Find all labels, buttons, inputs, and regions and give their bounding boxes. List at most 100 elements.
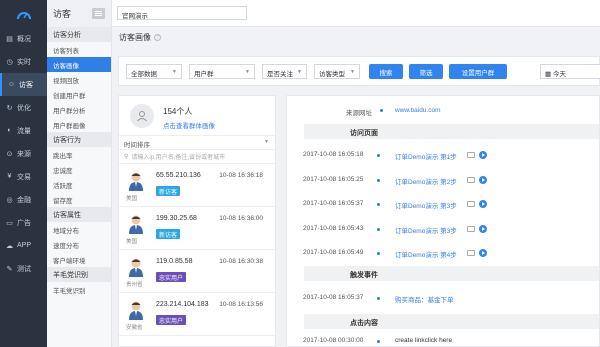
entry-timestamp: 2017-10-08 16:05:43 <box>303 224 364 232</box>
sub-menu-link[interactable]: 活跃度 <box>47 177 111 192</box>
help-icon[interactable]: ? <box>154 34 161 42</box>
play-icon[interactable] <box>479 224 487 233</box>
visitor-region: 美国 <box>126 239 138 245</box>
entry-name[interactable]: 订单Demo演示 第2步 <box>395 176 457 186</box>
visitor-search-input[interactable]: ⚲ 请输入ip,用户名,备注,省份或者城市 <box>119 150 275 164</box>
sub-menu-link[interactable]: 跳出率 <box>47 147 111 162</box>
visitor-region: 贵州省 <box>126 282 143 288</box>
data-scope-select[interactable]: 全部数据 ▼ <box>126 64 182 79</box>
finance-icon: ◎ <box>6 196 13 204</box>
screenshot-icon[interactable] <box>467 225 475 232</box>
nav-item-label: 交易 <box>17 173 31 181</box>
nav-item-10[interactable]: ✎ 测试 <box>0 257 47 280</box>
screenshot-icon[interactable] <box>467 250 475 256</box>
entry-timestamp: 2017-10-08 16:05:25 <box>303 175 364 183</box>
nav-item-0[interactable]: ▤ 概况 <box>0 27 47 50</box>
logo[interactable] <box>0 0 47 27</box>
source-url-link[interactable]: www.baidu.com <box>395 107 441 114</box>
search-button[interactable]: 搜索 <box>369 64 403 79</box>
entry-timestamp: 2017-10-08 16:05:18 <box>303 151 364 158</box>
menu-toggle-icon[interactable] <box>92 8 105 19</box>
page-title: 访客画像 <box>119 33 151 42</box>
sub-menu-link[interactable]: 访客列表 <box>47 42 111 57</box>
entry-name[interactable]: create linkclick here <box>395 337 452 344</box>
timeline-dot <box>377 227 380 231</box>
nav-item-2[interactable]: ☺ 访客 <box>0 73 47 96</box>
sub-menu-link[interactable]: 视频回放 <box>47 72 111 87</box>
traffic-icon: ◐ <box>7 127 12 134</box>
entry-name[interactable]: 订单Demo演示 第1步 <box>395 151 457 161</box>
sub-menu-link[interactable]: 地域分布 <box>47 222 111 237</box>
nav-item-label: 概况 <box>17 35 31 43</box>
sub-menu-group[interactable]: 羊毛党识别 <box>47 267 111 282</box>
visitor-ip: 65.55.210.136 <box>156 172 201 179</box>
sub-menu-link[interactable]: 客户端环境 <box>47 252 111 267</box>
visitor-ip: 199.30.25.68 <box>156 215 197 222</box>
visitor-row[interactable]: 美国 199.30.25.68 10-08 16:36:00 新访客 <box>119 207 275 250</box>
sub-menu-link[interactable]: 速度分布 <box>47 237 111 252</box>
visitor-row[interactable]: 贵州省 119.0.85.58 10-08 16:30:38 忠实用户 <box>119 250 275 293</box>
sub-menu-group[interactable]: 访客属性 <box>47 207 111 222</box>
section-clicks: 点击内容 <box>304 314 599 329</box>
entry-name[interactable]: 购买商品：基金下单 <box>395 294 454 304</box>
filter-button[interactable]: 筛选 <box>409 64 443 79</box>
play-icon[interactable] <box>479 175 487 184</box>
app-icon: ☁ <box>6 242 13 250</box>
timeline-dot <box>377 154 380 157</box>
sub-menu-link[interactable]: 创建用户群 <box>47 87 111 102</box>
sub-menu-link[interactable]: 访客画像 <box>47 57 111 72</box>
nav-item-1[interactable]: ◷ 实时 <box>0 50 47 73</box>
visitor-type-select[interactable]: 访客类型 ▼ <box>314 64 360 79</box>
sub-menu-link[interactable]: 留存度 <box>47 192 111 207</box>
visitor-list-panel: 154个人 点击查看群体画像 时间排序 ▼ ⚲ 请输入ip,用户名,备注,省份或者城… <box>118 95 276 347</box>
sub-menu-link[interactable]: 用户群画像 <box>47 117 111 132</box>
nav-item-6[interactable]: ¥ 交易 <box>0 165 47 188</box>
page-title-bar: 访客画像? <box>112 27 600 46</box>
nav-item-label: 来源 <box>17 150 31 158</box>
calendar-icon: ▦ <box>545 71 553 78</box>
chevron-down-icon: ▼ <box>264 139 269 145</box>
site-select[interactable]: 官网演示 <box>117 6 247 20</box>
sub-menu-link[interactable]: 羊毛党识别 <box>47 282 111 297</box>
entry-name[interactable]: 订单Demo演示 第3步 <box>395 225 457 235</box>
nav-item-5[interactable]: ⊙ 来源 <box>0 142 47 165</box>
main-nav: ▤ 概况 ◷ 实时 ☺ 访客 ↻ 优化 ◐ 流量 ⊙ 来源 ¥ 交易 ◎ 金融 ▭ 广告 ☁ APP ✎ 测试 <box>0 0 47 347</box>
sub-menu-link[interactable]: 用户群分析 <box>47 102 111 117</box>
play-icon[interactable] <box>479 249 487 257</box>
source-label: 来源网址 <box>346 110 372 117</box>
nav-item-3[interactable]: ↻ 优化 <box>0 96 47 119</box>
search-icon: ⚲ <box>124 154 129 160</box>
entry-name[interactable]: 订单Demo演示 第3步 <box>395 200 457 210</box>
screenshot-icon[interactable] <box>467 201 475 207</box>
sub-menu-link[interactable]: 忠诚度 <box>47 162 111 177</box>
sub-menu: 访客 访客分析 访客列表 访客画像 视频回放 创建用户群 用户群分析 用户群画像 访客行为 跳出… <box>47 0 112 347</box>
follow-select[interactable]: 是否关注 ▼ <box>262 64 307 79</box>
nav-item-9[interactable]: ☁ APP <box>0 234 47 257</box>
date-picker[interactable]: ▦ 今天 <box>540 64 600 79</box>
view-group-portrait-link[interactable]: 点击查看群体画像 <box>163 120 215 130</box>
visitor-row[interactable]: 安徽省 223.214.104.183 10-08 16:13:56 忠实用户 <box>119 293 275 336</box>
nav-item-8[interactable]: ▭ 广告 <box>0 211 47 234</box>
play-icon[interactable] <box>479 151 487 159</box>
realtime-icon: ◷ <box>6 58 13 66</box>
sub-menu-title: 访客 <box>53 9 72 19</box>
visitor-row[interactable]: 美国 65.55.210.136 10-08 16:36:18 新访客 <box>119 164 275 207</box>
entry-name[interactable]: 订单Demo演示 第4步 <box>395 249 457 259</box>
sub-menu-group[interactable]: 访客分析 <box>47 27 111 42</box>
play-icon[interactable] <box>479 200 487 208</box>
screenshot-icon[interactable] <box>467 152 475 158</box>
user-group-select[interactable]: 用户群 ▼ <box>189 64 255 79</box>
screenshot-icon[interactable] <box>467 176 475 183</box>
filter-bar: 全部数据 ▼ 用户群 ▼ 是否关注 ▼ 访客类型 ▼ 搜索 筛选 设置用户群 ▦ 今天 <box>118 56 600 86</box>
sort-select[interactable]: 时间排序 ▼ <box>119 136 275 150</box>
nav-item-7[interactable]: ◎ 金融 <box>0 188 47 211</box>
timeline-dot <box>377 297 380 300</box>
nav-item-4[interactable]: ◐ 流量 <box>0 119 47 142</box>
nav-item-label: 金融 <box>17 196 31 204</box>
set-user-group-button[interactable]: 设置用户群 <box>449 64 507 79</box>
sub-menu-group[interactable]: 访客行为 <box>47 132 111 147</box>
visitor-time: 10-08 16:13:56 <box>219 301 263 308</box>
nav-item-label: 访客 <box>19 81 33 89</box>
section-events: 触发事件 <box>304 266 599 281</box>
timeline-dot <box>377 340 380 343</box>
